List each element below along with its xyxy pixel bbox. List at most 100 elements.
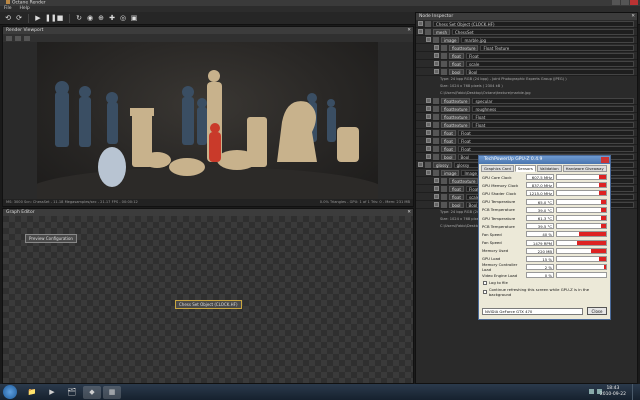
node-value-field[interactable]: ChessSet — [451, 28, 634, 35]
gpuz-tab[interactable]: Hardware Giveaway — [562, 165, 607, 172]
rotate-icon[interactable]: ↻ — [75, 14, 83, 22]
log-to-file-checkbox[interactable] — [483, 280, 487, 285]
camera-icon[interactable]: ◉ — [86, 14, 94, 22]
node-type-field[interactable]: bool — [449, 68, 464, 75]
sensor-label[interactable]: GPU Memory Clock — [482, 183, 526, 188]
media-taskbar-icon[interactable]: ▶ — [43, 386, 61, 399]
node-type-field[interactable]: floattexture — [441, 97, 471, 104]
node-value-field[interactable]: Float — [466, 52, 634, 59]
sensor-label[interactable]: Memory Used — [482, 248, 526, 253]
sensor-label[interactable]: PCB Temperature — [482, 207, 526, 212]
log-to-file-row[interactable]: Log to file — [479, 279, 610, 286]
sensor-label[interactable]: GPU Core Clock — [482, 175, 526, 180]
row-checkbox[interactable] — [426, 170, 431, 175]
panel-close-icon[interactable]: ✕ — [407, 27, 411, 34]
node-type-field[interactable]: floattexture — [449, 44, 479, 51]
sensor-label[interactable]: PCB Temperature — [482, 224, 526, 229]
stop-icon[interactable]: ■ — [56, 14, 64, 22]
node-type-field[interactable]: floattexture — [441, 121, 471, 128]
row-checkbox[interactable] — [426, 98, 431, 103]
gpuz-tab[interactable]: Graphics Card — [481, 165, 514, 172]
node-value-field[interactable]: Float — [472, 113, 634, 120]
row-checkbox[interactable] — [426, 106, 431, 111]
start-button[interactable] — [3, 385, 17, 399]
show-desktop-button[interactable] — [632, 384, 640, 400]
row-checkbox[interactable] — [426, 37, 431, 42]
row-checkbox[interactable] — [434, 53, 439, 58]
node-value-field[interactable]: Float Texture — [480, 44, 634, 51]
sensor-label[interactable]: Video Engine Load — [482, 273, 526, 278]
viewport-tool-button[interactable] — [24, 35, 30, 41]
node-type-field[interactable]: floattexture — [449, 177, 479, 184]
node-type-field[interactable]: floattexture — [441, 113, 471, 120]
node-type-field[interactable]: bool — [449, 201, 464, 208]
sensor-label[interactable]: GPU Load — [482, 256, 526, 261]
gpuz-taskbar-icon[interactable]: ▦ — [103, 385, 121, 399]
continue-refresh-checkbox[interactable] — [483, 290, 487, 295]
octane-taskbar-icon[interactable]: ◆ — [83, 385, 101, 399]
close-button[interactable] — [630, 0, 638, 5]
forward-icon[interactable]: ⟳ — [15, 14, 23, 22]
panel-close-icon[interactable]: ✕ — [631, 13, 635, 20]
minimize-button[interactable] — [612, 0, 620, 5]
graph-canvas[interactable]: Preview Configuration Chess Set Object (… — [3, 216, 413, 383]
row-checkbox[interactable] — [434, 178, 439, 183]
row-checkbox[interactable] — [426, 130, 431, 135]
node-value-field[interactable]: Float — [458, 137, 634, 144]
node-type-field[interactable]: bool — [441, 153, 456, 160]
row-checkbox[interactable] — [426, 154, 431, 159]
node-value-field[interactable]: scale — [466, 60, 634, 67]
node-value-field[interactable]: Float — [472, 121, 634, 128]
node-type-field[interactable]: float — [449, 185, 464, 192]
row-checkbox[interactable] — [426, 114, 431, 119]
folder-taskbar-icon[interactable]: 🗂 — [63, 386, 81, 399]
node-type-field[interactable]: glossy — [433, 161, 452, 168]
gpuz-tab[interactable]: Validation — [536, 165, 562, 172]
node-type-field[interactable]: float — [441, 137, 456, 144]
node-type-field[interactable]: float — [441, 129, 456, 136]
sensor-label[interactable]: Fan Speed — [482, 232, 526, 237]
sensor-label[interactable]: Fan Speed — [482, 240, 526, 245]
row-checkbox[interactable] — [434, 202, 439, 207]
node-type-field[interactable]: image — [441, 169, 460, 176]
row-checkbox[interactable] — [434, 61, 439, 66]
node-type-field[interactable]: float — [449, 52, 464, 59]
viewport-tool-button[interactable] — [15, 35, 21, 41]
row-checkbox[interactable] — [426, 122, 431, 127]
gpuz-close-icon[interactable] — [601, 157, 609, 163]
pick-icon[interactable]: ✚ — [108, 14, 116, 22]
zoom-icon[interactable]: ⊕ — [97, 14, 105, 22]
viewport-tool-button[interactable] — [6, 35, 12, 41]
sensor-label[interactable]: GPU Temperature — [482, 216, 526, 221]
node-value-field[interactable]: Float — [458, 145, 634, 152]
node-value-field[interactable]: roughness — [472, 105, 634, 112]
header-value[interactable]: Chess Set Object (CLOCK.HF) — [433, 20, 634, 27]
checkbox[interactable] — [418, 21, 423, 26]
node-value-field[interactable]: marble.jpg — [461, 36, 634, 43]
row-checkbox[interactable] — [434, 186, 439, 191]
node-type-field[interactable]: mesh — [433, 28, 450, 35]
row-checkbox[interactable] — [418, 29, 423, 34]
sensor-label[interactable]: Memory Controller Load — [482, 262, 526, 272]
taskbar-clock[interactable]: 18:43 2010-09-22 — [600, 386, 626, 398]
panel-close-icon[interactable]: ✕ — [407, 209, 411, 216]
node-type-field[interactable]: float — [441, 145, 456, 152]
continue-refresh-row[interactable]: Continue refreshing this screen while GP… — [479, 286, 610, 298]
row-checkbox[interactable] — [418, 162, 423, 167]
row-checkbox[interactable] — [434, 69, 439, 74]
back-icon[interactable]: ⟲ — [4, 14, 12, 22]
node-type-field[interactable]: float — [449, 193, 464, 200]
row-checkbox[interactable] — [434, 194, 439, 199]
row-checkbox[interactable] — [426, 138, 431, 143]
node-type-field[interactable]: floattexture — [441, 105, 471, 112]
gpuz-tab[interactable]: Sensors — [514, 165, 536, 172]
node-type-field[interactable]: image — [441, 36, 460, 43]
gpuz-close-button[interactable]: Close — [587, 307, 607, 315]
node-value-field[interactable]: Float — [458, 129, 634, 136]
network-icon[interactable] — [589, 389, 594, 394]
focus-icon[interactable]: ◎ — [119, 14, 127, 22]
sensor-label[interactable]: GPU Temperature — [482, 199, 526, 204]
node-value-field[interactable]: specular — [472, 97, 634, 104]
explorer-taskbar-icon[interactable]: 📁 — [23, 386, 41, 399]
preview-config-node[interactable]: Preview Configuration — [25, 234, 77, 243]
